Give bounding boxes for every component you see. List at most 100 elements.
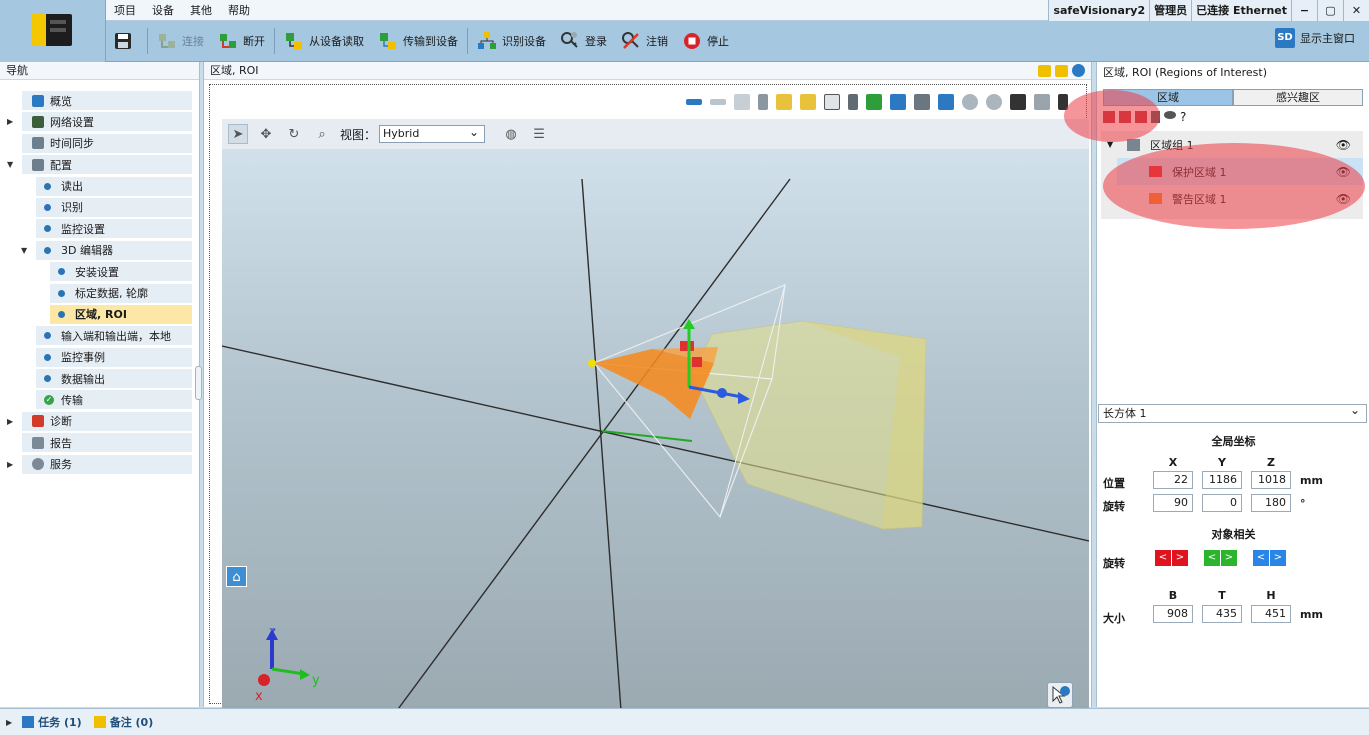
help-icon[interactable] [1072, 64, 1085, 77]
menu-help[interactable]: 帮助 [220, 0, 258, 21]
minimize-button[interactable]: − [1291, 0, 1317, 21]
note-add-icon[interactable] [1055, 64, 1068, 77]
menu-project[interactable]: 项目 [106, 0, 144, 21]
hybrid-view-icon[interactable] [1034, 94, 1050, 110]
place-floor-icon[interactable] [866, 94, 882, 110]
rotate-icon[interactable]: ↻ [284, 124, 304, 144]
eye-icon[interactable]: 👁 [1336, 138, 1351, 152]
nav-item-transfer[interactable]: ✓ 传输 [36, 390, 192, 410]
eye-icon[interactable]: 👁 [1336, 192, 1351, 206]
save-button[interactable] [106, 26, 145, 56]
collapse-caret-icon[interactable]: ▼ [21, 246, 27, 255]
connect-button[interactable]: 连接 [150, 26, 211, 56]
align-icon[interactable] [734, 94, 750, 110]
snap-icon[interactable] [914, 94, 930, 110]
rotate-y-left-button[interactable]: < [1204, 550, 1220, 566]
transform-icon[interactable] [938, 94, 954, 110]
wrench-icon[interactable] [758, 94, 768, 110]
pos-x-input[interactable]: 22 [1153, 471, 1193, 489]
shape-select[interactable]: 长方体 1 [1098, 402, 1367, 423]
view-mode-select[interactable]: Hybrid [379, 124, 486, 143]
nav-item-time-sync[interactable]: 时间同步 [22, 133, 192, 153]
close-button[interactable]: ✕ [1343, 0, 1369, 21]
copy-icon[interactable] [824, 94, 840, 110]
disconnect-button[interactable]: 断开 [211, 26, 272, 56]
rot-z-input[interactable]: 180 [1251, 494, 1291, 512]
tasks-link[interactable]: 任务 (1) [38, 714, 82, 730]
nav-item-io-local[interactable]: 输入端和输出端，本地 [36, 326, 192, 346]
nav-item-readout[interactable]: 读出 [36, 176, 192, 196]
viewport-help-button[interactable] [1047, 682, 1073, 708]
menu-device[interactable]: 设备 [144, 0, 182, 21]
collapse-caret-icon[interactable]: ▼ [7, 160, 13, 169]
solid-view-icon[interactable] [1010, 94, 1026, 110]
nav-item-identify[interactable]: 识别 [36, 197, 192, 217]
list-icon[interactable]: ☰ [529, 124, 549, 144]
rotate-z-left-button[interactable]: < [1253, 550, 1269, 566]
tree-row-zone-group[interactable]: ▼ 区域组 1 👁 [1101, 131, 1363, 158]
nav-item-3d-editor[interactable]: ▼ 3D 编辑器 [21, 240, 192, 260]
eye-icon[interactable]: 👁 [1336, 165, 1351, 179]
nav-item-report[interactable]: 报告 [22, 433, 192, 453]
nav-item-mounting[interactable]: 安装设置 [50, 262, 192, 282]
note-icon[interactable] [1038, 64, 1051, 77]
add-warn-zone-icon[interactable] [1119, 111, 1131, 123]
nav-item-zones-roi[interactable]: 区域, ROI [50, 304, 192, 324]
login-button[interactable]: 登录 [553, 26, 614, 56]
nav-item-monitor-settings[interactable]: 监控设置 [36, 219, 192, 239]
nav-item-calibration[interactable]: 标定数据, 轮廓 [50, 283, 192, 303]
eye-icon[interactable] [1164, 111, 1176, 119]
place-wall-icon[interactable] [890, 94, 906, 110]
pos-z-input[interactable]: 1018 [1251, 471, 1291, 489]
notes-link[interactable]: 备注 (0) [110, 714, 154, 730]
transfer-to-device-button[interactable]: 传输到设备 [371, 26, 465, 56]
select-arrow-icon[interactable]: ➤ [228, 124, 248, 144]
add-zone-icon[interactable] [1103, 111, 1115, 123]
nav-item-overview[interactable]: 概览 [22, 91, 192, 110]
expand-caret-icon[interactable]: ▶ [7, 417, 13, 426]
rotate-x-left-button[interactable]: < [1155, 550, 1171, 566]
panel-splitter-handle[interactable] [195, 366, 202, 400]
expand-caret-icon[interactable]: ▶ [6, 718, 12, 727]
home-view-button[interactable]: ⌂ [226, 566, 247, 587]
rotate-y-right-button[interactable]: > [1221, 550, 1237, 566]
expand-caret-icon[interactable]: ▶ [7, 460, 13, 469]
size-h-input[interactable]: 451 [1251, 605, 1291, 623]
user-role[interactable]: 管理员 [1149, 0, 1191, 21]
identify-device-button[interactable]: 识别设备 [470, 26, 553, 56]
add-object-icon[interactable] [776, 94, 792, 110]
stop-button[interactable]: 停止 [675, 26, 736, 56]
size-t-input[interactable]: 435 [1202, 605, 1242, 623]
nav-item-monitoring-cases[interactable]: 监控事例 [36, 347, 192, 367]
size-b-input[interactable]: 908 [1153, 605, 1193, 623]
redo-icon[interactable] [710, 99, 726, 105]
tree-row-warn-zone[interactable]: 警告区域 1 👁 [1117, 185, 1363, 212]
rotate-z-right-button[interactable]: > [1270, 550, 1286, 566]
nav-item-diagnostics[interactable]: ▶ 诊断 [7, 411, 192, 431]
palette-icon[interactable]: ◍ [501, 124, 521, 144]
tree-row-protect-zone[interactable]: 保护区域 1 👁 [1117, 158, 1363, 185]
tab-zones[interactable]: 区域 [1103, 89, 1233, 106]
trash-icon[interactable] [1151, 111, 1160, 123]
visibility-icon[interactable] [962, 94, 978, 110]
question-icon[interactable]: ? [1180, 111, 1189, 123]
expand-caret-icon[interactable]: ▶ [7, 117, 13, 126]
nav-item-configuration[interactable]: ▼ 配置 [7, 155, 192, 175]
pan-icon[interactable]: ✥ [256, 124, 276, 144]
show-main-window-button[interactable]: SD 显示主窗口 [1275, 28, 1355, 48]
add-group-icon[interactable] [800, 94, 816, 110]
nav-item-network[interactable]: ▶ 网络设置 [7, 112, 192, 132]
rotate-x-right-button[interactable]: > [1172, 550, 1188, 566]
rot-x-input[interactable]: 90 [1153, 494, 1193, 512]
pos-y-input[interactable]: 1186 [1202, 471, 1242, 489]
maximize-button[interactable]: ▢ [1317, 0, 1343, 21]
menu-other[interactable]: 其他 [182, 0, 220, 21]
undo-icon[interactable] [686, 99, 702, 105]
zoom-icon[interactable]: ⌕ [312, 124, 332, 144]
visibility-toggle-icon[interactable] [986, 94, 1002, 110]
read-from-device-button[interactable]: 从设备读取 [277, 26, 371, 56]
3d-viewport[interactable]: ➤ ✥ ↻ ⌕ 视图： Hybrid ◍ ☰ ⌂ z y [222, 119, 1089, 724]
nav-item-service[interactable]: ▶ 服务 [7, 454, 192, 474]
rot-y-input[interactable]: 0 [1202, 494, 1242, 512]
collapse-caret-icon[interactable]: ▼ [1107, 140, 1113, 149]
